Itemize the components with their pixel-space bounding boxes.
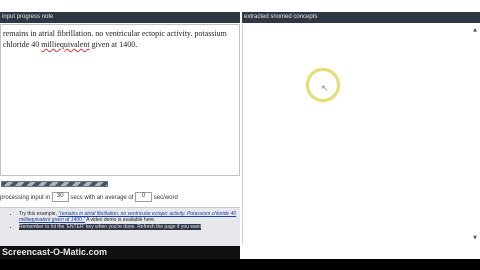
processing-label-middle: secs with an average of (70, 195, 134, 201)
input-note-header: input progress note (0, 12, 240, 23)
screencast-watermark: Screencast-O-Matic.com (0, 246, 240, 259)
tip-reminder: Remember to hit the 'ENTER' key when you… (19, 224, 240, 230)
progress-bar-fill (2, 182, 107, 186)
reminder-text: Remember to hit the 'ENTER' key when you… (19, 224, 201, 230)
processing-label-prefix: processing input in (0, 195, 51, 201)
average-input[interactable]: 0 (135, 192, 153, 203)
tip-try-example: Try this example, "remains in atrial fib… (19, 211, 240, 223)
processing-progress-bar (1, 181, 108, 187)
note-misspelled-word: milliequivalent (41, 40, 90, 49)
scroll-down-icon[interactable]: ▼ (471, 234, 479, 242)
tip-try-suffix: A video demo is available here. (84, 217, 156, 223)
processing-controls: processing input in 30 secs with an aver… (0, 192, 240, 204)
extracted-concepts-panel: ▲ ▼ ↖ (242, 24, 480, 244)
processing-label-suffix: sec/word (153, 195, 178, 201)
note-text-end: given at 1400. (89, 40, 138, 49)
scroll-up-icon[interactable]: ▲ (471, 26, 479, 34)
progress-note-textarea[interactable]: remains in atrial fibrillation. no ventr… (0, 24, 240, 176)
seconds-input[interactable]: 30 (51, 192, 69, 203)
tips-list: Try this example, "remains in atrial fib… (0, 208, 240, 230)
mouse-pointer-icon: ↖ (321, 84, 329, 94)
concepts-header: extracted snomed concepts (242, 12, 480, 23)
app-page: input progress note extracted snomed con… (0, 0, 480, 259)
